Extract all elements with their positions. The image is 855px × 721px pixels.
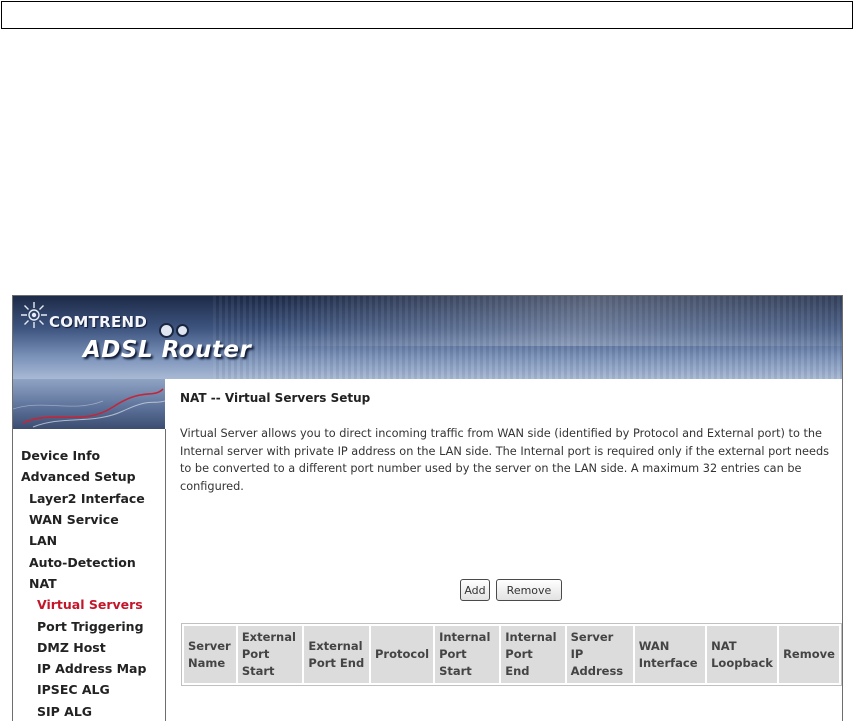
company-logo-text: COMTREND: [49, 313, 148, 331]
sidebar-decoration: [13, 379, 165, 429]
main-content: NAT -- Virtual Servers Setup Virtual Ser…: [166, 379, 842, 721]
header-banner: COMTREND ADSL Router: [13, 296, 842, 379]
swirl-decoration-icon: [13, 388, 165, 428]
sidebar-item-dmz-host[interactable]: DMZ Host: [37, 640, 106, 655]
column-header-internal-port-start: Internal Port Start: [435, 626, 500, 683]
table-header-row: Server Name External Port Start External…: [184, 626, 839, 683]
sidebar-item-nat[interactable]: NAT: [29, 576, 57, 591]
sidebar-item-wan-service[interactable]: WAN Service: [29, 512, 119, 527]
sidebar-item-auto-detection[interactable]: Auto-Detection: [29, 555, 136, 570]
add-button[interactable]: Add: [460, 579, 490, 601]
remove-button[interactable]: Remove: [496, 579, 562, 601]
sidebar-item-lan[interactable]: LAN: [29, 533, 57, 548]
column-header-remove: Remove: [779, 626, 839, 683]
sidebar-item-virtual-servers[interactable]: Virtual Servers: [37, 597, 143, 612]
sidebar-item-layer2-interface[interactable]: Layer2 Interface: [29, 491, 145, 506]
top-frame-box: [1, 1, 853, 29]
sidebar-item-ipsec-alg[interactable]: IPSEC ALG: [37, 682, 110, 697]
virtual-servers-table: Server Name External Port Start External…: [181, 623, 842, 686]
banner-sheen: [260, 296, 842, 346]
sidebar-item-ip-address-map[interactable]: IP Address Map: [37, 661, 146, 676]
column-header-external-port-start: External Port Start: [237, 626, 303, 683]
sidebar-item-sip-alg[interactable]: SIP ALG: [37, 704, 92, 719]
router-web-ui: COMTREND ADSL Router Device Info Advance…: [12, 295, 843, 721]
sidebar-nav: Device Info Advanced Setup Layer2 Interf…: [13, 429, 166, 721]
sidebar-item-port-triggering[interactable]: Port Triggering: [37, 619, 144, 634]
sidebar-item-device-info[interactable]: Device Info: [21, 448, 100, 463]
column-header-server-name: Server Name: [184, 626, 236, 683]
column-header-wan-interface: WAN Interface: [634, 626, 706, 683]
column-header-external-port-end: External Port End: [304, 626, 369, 683]
column-header-internal-port-end: Internal Port End: [501, 626, 565, 683]
column-header-protocol: Protocol: [371, 626, 434, 683]
comtrend-logo-icon: [21, 302, 47, 328]
product-name: ADSL Router: [83, 337, 252, 363]
column-header-nat-loopback: NAT Loopback: [707, 626, 778, 683]
column-header-server-ip-address: Server IP Address: [566, 626, 633, 683]
sidebar-item-advanced-setup[interactable]: Advanced Setup: [21, 469, 136, 484]
page-title: NAT -- Virtual Servers Setup: [180, 391, 371, 405]
page-description: Virtual Server allows you to direct inco…: [180, 427, 830, 493]
